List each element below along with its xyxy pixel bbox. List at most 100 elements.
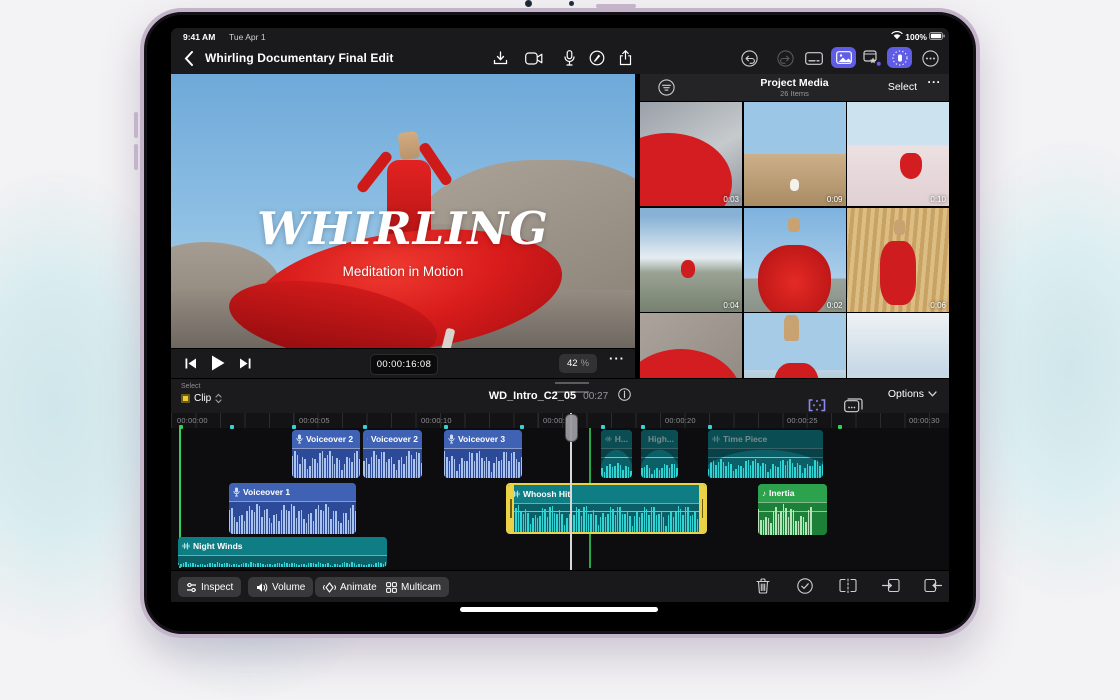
mic-icon <box>296 434 303 444</box>
timeline-clip-voiceover1[interactable]: Voiceover 1 <box>229 483 356 534</box>
mic-icon <box>233 487 240 497</box>
insert-clip-icon[interactable] <box>882 578 900 593</box>
media-grid: 0:03 0:09 0:10 0:04 0:02 0: <box>640 102 949 378</box>
options-button[interactable]: Options <box>888 388 924 400</box>
media-thumbnail[interactable]: 0:02 <box>744 208 846 312</box>
video-viewer[interactable]: WHIRLING Meditation in Motion <box>171 74 635 348</box>
thumb-art <box>681 260 695 278</box>
timeline-ruler[interactable]: 00:00:00 00:00:05 00:00:10 00:00:15 00:0… <box>171 413 949 429</box>
jog-wheel-toggle-icon[interactable] <box>887 47 912 68</box>
timeline-marker[interactable] <box>292 425 296 429</box>
timeline-marker[interactable] <box>641 425 645 429</box>
delete-icon[interactable] <box>756 578 770 594</box>
share-icon[interactable] <box>615 48 635 67</box>
volume-button[interactable]: Volume <box>248 577 313 597</box>
trim-handle-right[interactable] <box>702 499 704 518</box>
animate-button[interactable]: Animate <box>315 577 385 597</box>
timeline-marker[interactable] <box>601 425 605 429</box>
multicam-label: Multicam <box>401 582 441 593</box>
undo-icon[interactable] <box>738 48 760 68</box>
record-voiceover-icon[interactable] <box>559 48 579 67</box>
home-area <box>171 602 949 618</box>
thumb-art <box>774 363 819 378</box>
media-thumbnail[interactable]: 0:06 <box>847 208 949 312</box>
timeline-clip-time-piece[interactable]: Time Piece <box>708 430 823 478</box>
video-overlay-title: WHIRLING <box>171 202 635 255</box>
mic-icon <box>448 434 455 444</box>
timeline-clip-high[interactable]: High... <box>641 430 678 478</box>
play-button[interactable] <box>211 355 225 371</box>
viewer-more-icon[interactable]: ··· <box>609 351 625 366</box>
timeline-clip-whoosh-hit[interactable]: Whoosh Hit <box>506 483 707 534</box>
skip-to-end-icon[interactable] <box>239 358 251 369</box>
timeline-clip-night-winds[interactable]: Night Winds <box>178 537 387 567</box>
import-icon[interactable] <box>489 49 511 67</box>
timeline-marker[interactable] <box>363 425 367 429</box>
clip-label: High... <box>648 434 674 444</box>
ruler-label: 00:00:30 <box>909 416 940 425</box>
media-thumbnail[interactable] <box>847 313 949 378</box>
waveform-icon <box>512 490 520 498</box>
redo-icon[interactable] <box>774 48 796 68</box>
clip-label: Night Winds <box>193 541 243 551</box>
multicam-button[interactable]: Multicam <box>378 577 449 597</box>
inspect-button[interactable]: Inspect <box>178 577 241 597</box>
titles-icon[interactable] <box>803 49 825 67</box>
skip-to-start-icon[interactable] <box>185 358 197 369</box>
timeline-clip-voiceover2[interactable]: Voiceover 2 <box>292 430 360 478</box>
split-clip-icon[interactable] <box>839 578 857 593</box>
volume-down-button[interactable] <box>134 144 138 170</box>
annotate-icon[interactable] <box>587 49 607 67</box>
toolbar-divider <box>238 578 239 596</box>
panel-more-icon[interactable]: ··· <box>928 75 942 89</box>
more-icon[interactable] <box>919 48 941 68</box>
volume-up-button[interactable] <box>134 112 138 138</box>
back-button[interactable] <box>184 51 193 66</box>
ruler-label: 00:00:20 <box>665 416 696 425</box>
clip-label: Voiceover 1 <box>243 487 290 497</box>
timeline-clip-voiceover2b[interactable]: Voiceover 2 <box>363 430 422 478</box>
media-thumbnail[interactable]: 0:03 <box>640 102 742 206</box>
inspect-label: Inspect <box>201 582 233 593</box>
timeline-marker[interactable] <box>444 425 448 429</box>
transport-bar: 00:00:16:08 42 % ··· <box>171 348 635 379</box>
ruler-label: 00:00:00 <box>177 416 208 425</box>
top-button[interactable] <box>596 4 636 8</box>
media-thumbnail[interactable] <box>640 313 742 378</box>
overlay-view-icon[interactable] <box>841 395 865 415</box>
media-thumbnail[interactable] <box>744 313 846 378</box>
timeline-marker[interactable] <box>708 425 712 429</box>
project-title: Whirling Documentary Final Edit <box>205 51 393 65</box>
timeline-clip-inertia[interactable]: ♪Inertia <box>758 484 827 535</box>
status-bar: 9:41 AM Tue Apr 1 100% <box>171 28 949 43</box>
media-thumbnail[interactable]: 0:10 <box>847 102 949 206</box>
timeline-marker[interactable] <box>838 425 842 429</box>
record-video-icon[interactable] <box>523 49 545 67</box>
timeline-marker[interactable] <box>230 425 234 429</box>
approve-icon[interactable] <box>797 578 813 594</box>
media-thumbnail[interactable]: 0:09 <box>744 102 846 206</box>
playhead-handle[interactable] <box>565 414 578 442</box>
timeline-tracks[interactable]: Voiceover 2 Voiceover 2 Voiceover 3 H...… <box>171 428 949 570</box>
thumb-duration: 0:10 <box>930 195 946 204</box>
magnetic-timeline-icon[interactable] <box>805 395 829 415</box>
volume-label: Volume <box>272 582 305 593</box>
bottom-toolbar: Inspect Volume Animate Multicam <box>171 570 949 603</box>
media-browser-icon[interactable] <box>831 47 856 68</box>
effects-browser-icon[interactable] <box>859 47 884 68</box>
trim-handle-left[interactable] <box>510 499 512 518</box>
clip-label: Voiceover 2 <box>306 434 353 444</box>
timeline-clip-voiceover3[interactable]: Voiceover 3 <box>444 430 522 478</box>
timeline-marker[interactable] <box>520 425 524 429</box>
extract-clip-icon[interactable] <box>924 578 942 593</box>
timeline-clip-h[interactable]: H... <box>601 430 632 478</box>
media-thumbnail[interactable]: 0:04 <box>640 208 742 312</box>
animate-icon <box>323 582 336 593</box>
thumb-art <box>640 133 732 206</box>
viewer-zoom-control[interactable]: 42 % <box>559 354 597 373</box>
select-button[interactable]: Select <box>888 81 917 93</box>
info-icon[interactable] <box>618 388 631 401</box>
timeline-marker[interactable] <box>179 425 183 429</box>
home-indicator[interactable] <box>460 607 658 612</box>
timecode-display[interactable]: 00:00:16:08 <box>370 354 438 375</box>
